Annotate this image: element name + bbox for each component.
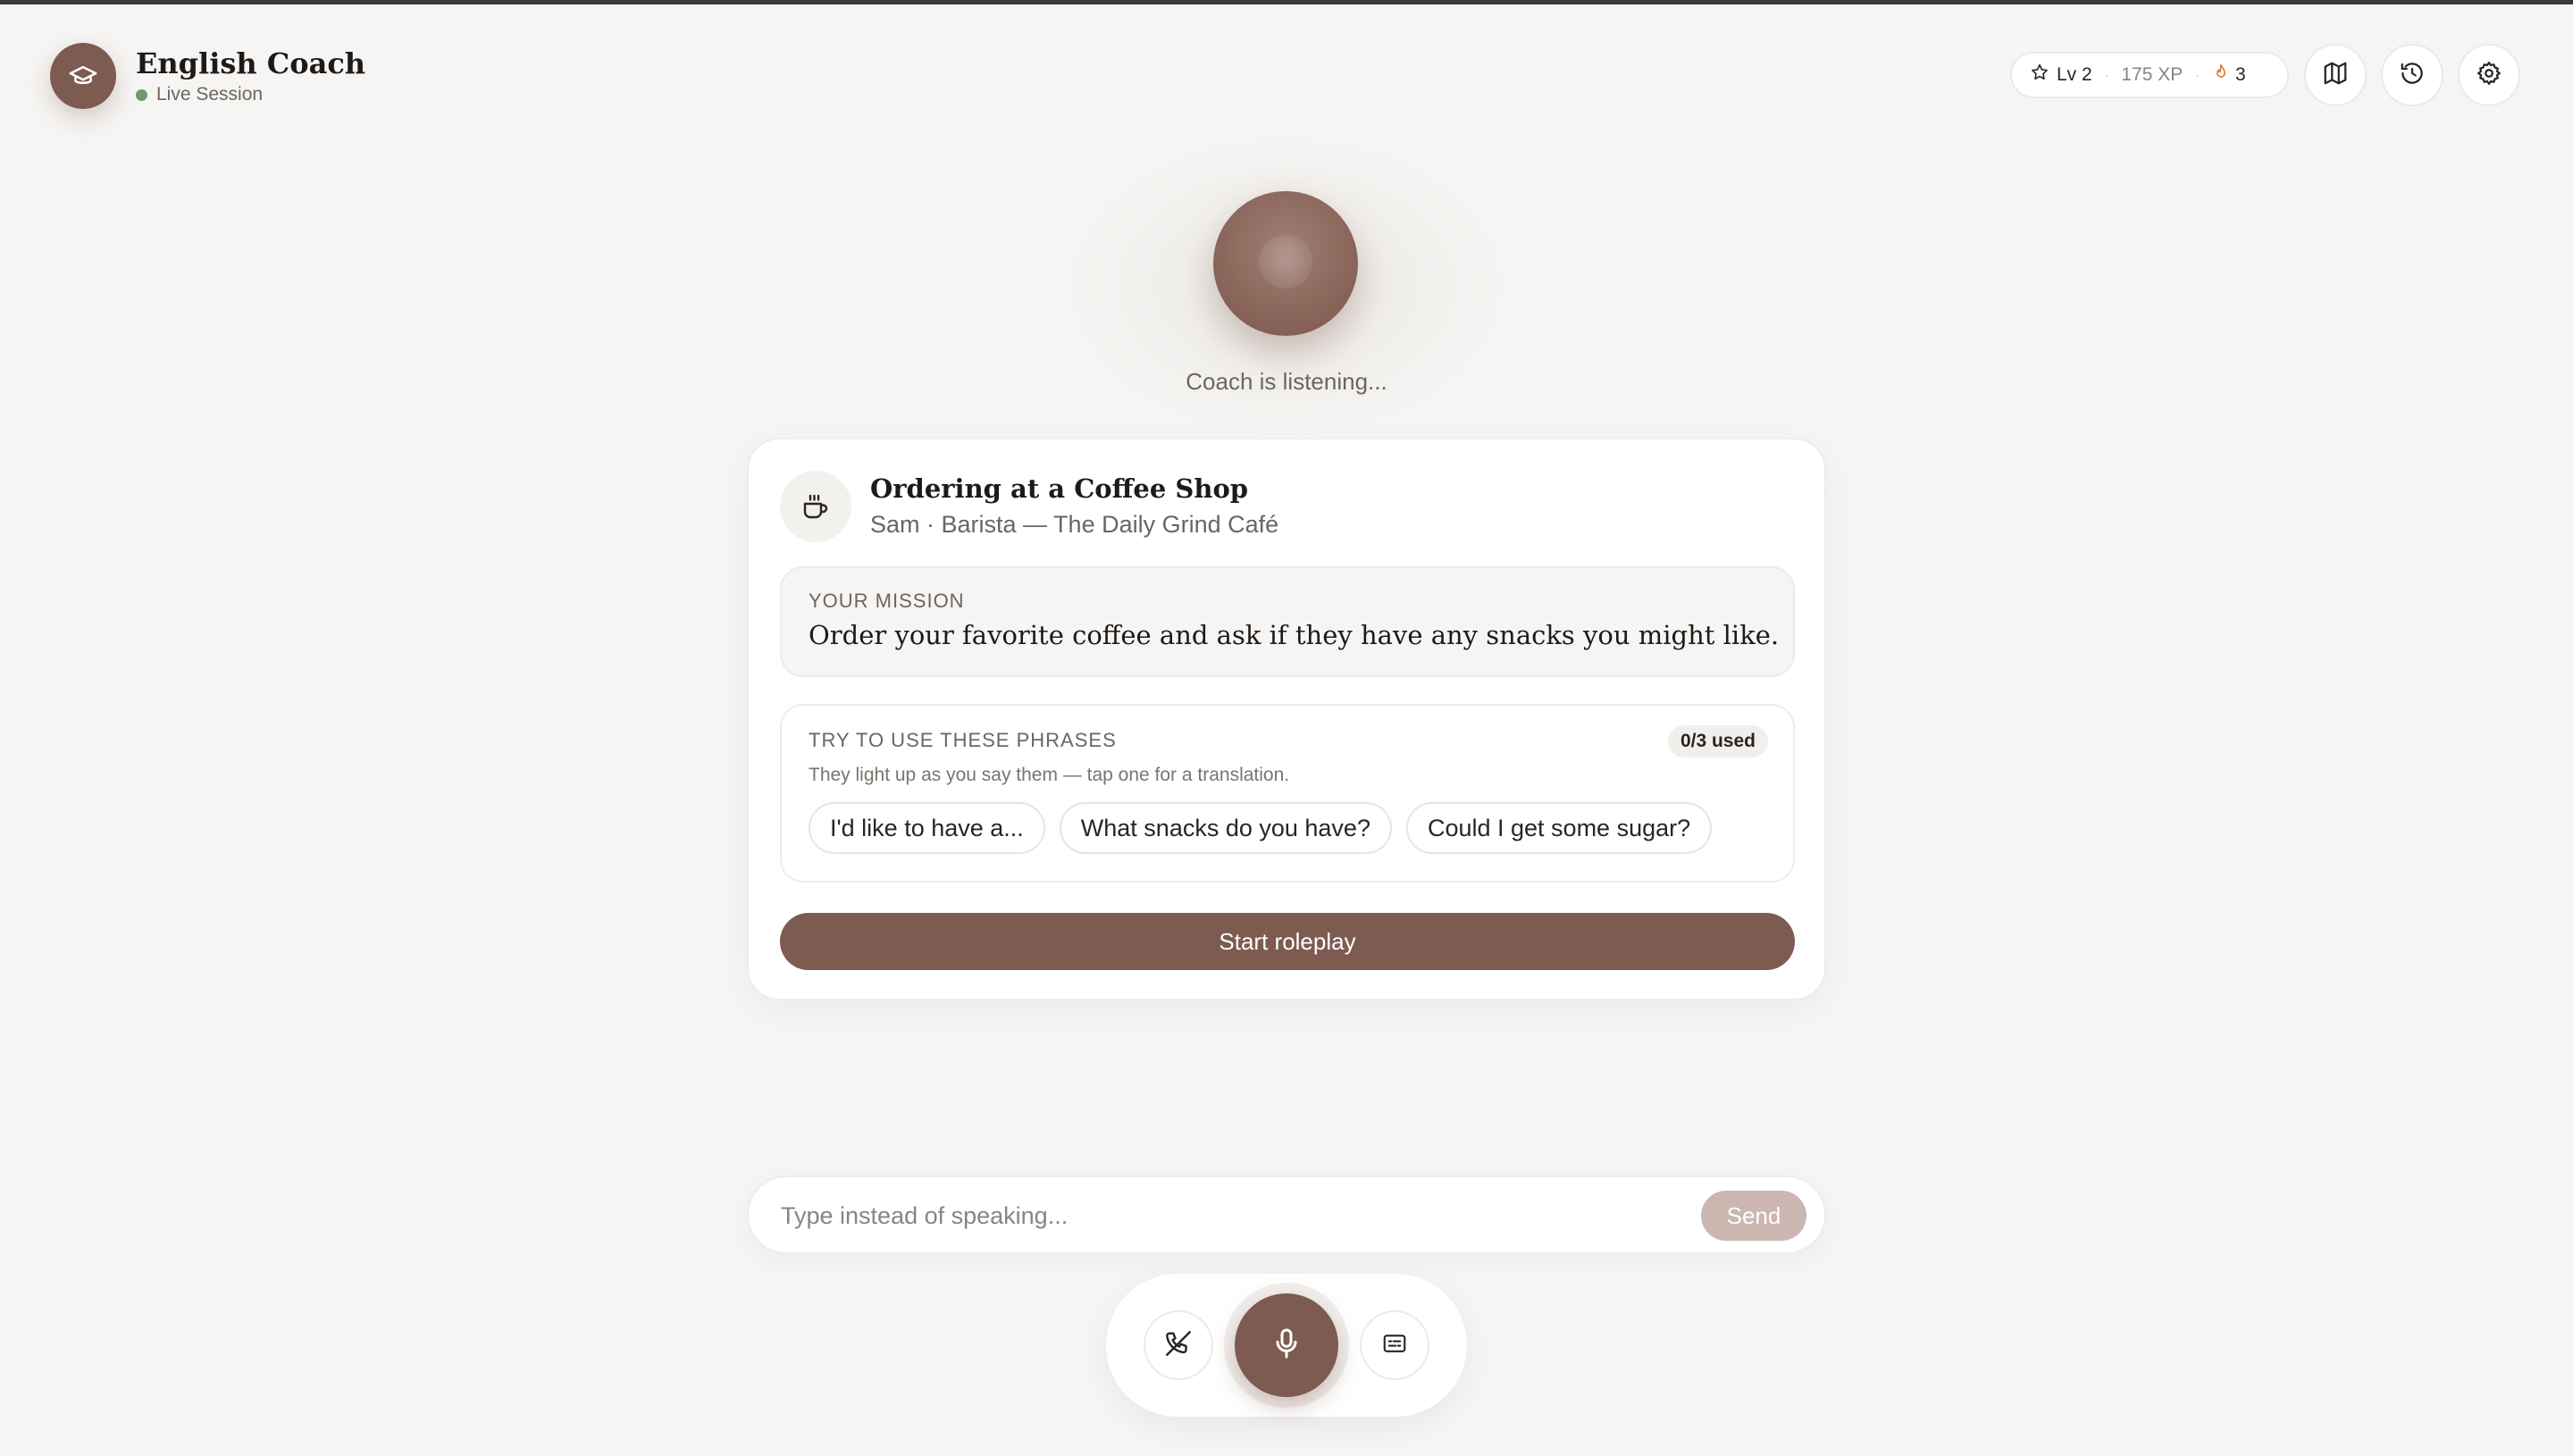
microphone-button[interactable] <box>1235 1293 1338 1397</box>
progress-stats[interactable]: Lv 2 · 175 XP · 3 <box>2010 52 2289 98</box>
xp-label: 175 XP <box>2121 64 2183 85</box>
phrase-chips: I'd like to have a... What snacks do you… <box>809 802 1726 854</box>
scenario-card: Ordering at a Coffee Shop Sam · Barista … <box>747 438 1826 1000</box>
phrases-label: TRY TO USE THESE PHRASES <box>809 729 1117 751</box>
map-icon <box>2322 60 2349 91</box>
scenario-title: Ordering at a Coffee Shop <box>870 473 1249 504</box>
phrase-chip[interactable]: I'd like to have a... <box>809 802 1045 854</box>
history-icon <box>2399 60 2426 91</box>
captions-icon <box>1381 1330 1408 1361</box>
window-top-edge <box>0 0 2573 4</box>
microphone-icon <box>1269 1326 1304 1366</box>
streak-count: 3 <box>2234 64 2246 85</box>
phrase-chip[interactable]: What snacks do you have? <box>1059 802 1392 854</box>
session-status-label: Live Session <box>156 84 264 105</box>
start-roleplay-button[interactable]: Start roleplay <box>780 913 1795 970</box>
coach-status: Coach is listening... <box>1186 368 1387 395</box>
captions-button[interactable] <box>1360 1310 1429 1380</box>
separator: · <box>2195 68 2200 82</box>
graduation-cap-icon <box>50 43 116 109</box>
coach-orb <box>1213 191 1358 336</box>
session-status: Live Session <box>136 84 365 105</box>
phrases-hint: They light up as you say them — tap one … <box>809 765 1290 785</box>
history-button[interactable] <box>2381 44 2443 106</box>
scenario-subtitle: Sam · Barista — The Daily Grind Café <box>870 511 1279 538</box>
phone-off-icon <box>1163 1328 1194 1363</box>
phrase-chip[interactable]: Could I get some sugar? <box>1405 802 1713 854</box>
settings-button[interactable] <box>2458 44 2520 106</box>
map-button[interactable] <box>2304 44 2367 106</box>
level-label: Lv 2 <box>2057 64 2092 85</box>
brand: English Coach Live Session <box>50 43 365 109</box>
mission-text: Order your favorite coffee and ask if th… <box>809 620 1780 650</box>
message-input[interactable] <box>779 1193 1676 1238</box>
app-title: English Coach <box>136 46 366 80</box>
send-button[interactable]: Send <box>1701 1191 1806 1241</box>
call-controls <box>1106 1274 1467 1417</box>
text-input-bar: Send <box>747 1176 1826 1254</box>
gear-icon <box>2476 60 2502 91</box>
flame-icon <box>2212 63 2230 88</box>
orb-core <box>1259 235 1312 289</box>
phrases-box: TRY TO USE THESE PHRASES 0/3 used They l… <box>780 704 1795 883</box>
mission-box: YOUR MISSION Order your favorite coffee … <box>780 566 1795 677</box>
live-dot <box>136 88 147 101</box>
end-call-button[interactable] <box>1144 1310 1213 1380</box>
coffee-cup-icon <box>780 471 851 542</box>
separator: · <box>2104 68 2109 82</box>
star-icon <box>2030 63 2049 88</box>
phrases-counter-badge: 0/3 used <box>1667 725 1768 757</box>
mission-label: YOUR MISSION <box>809 590 965 612</box>
